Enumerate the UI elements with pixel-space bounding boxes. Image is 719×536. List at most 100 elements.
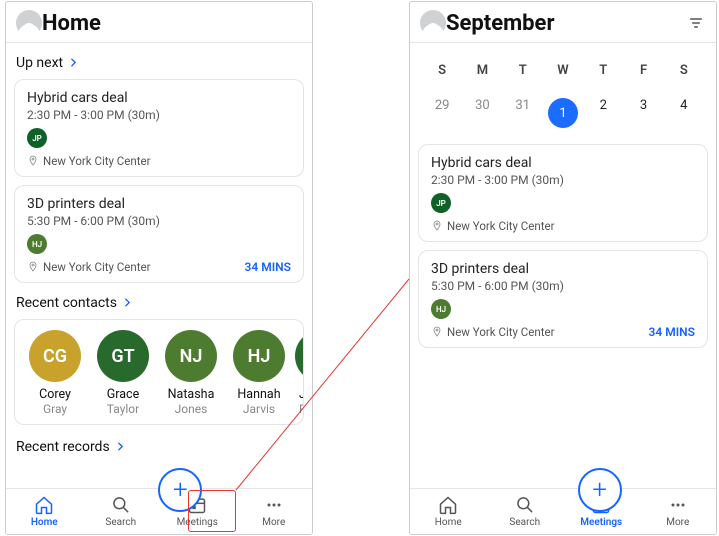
dow-cell: T [503,55,543,86]
tab-search[interactable]: Search [92,495,150,528]
meeting-card[interactable]: 3D printers deal 5:30 PM - 6:00 PM (30m)… [418,250,708,348]
tab-more[interactable]: More [649,495,707,528]
add-button[interactable]: + [578,468,622,512]
home-screen: Home Up next Hybrid cars deal 2:30 PM - … [5,1,313,535]
pin-icon [431,220,443,232]
home-icon [34,495,54,515]
cal-day[interactable]: 31 [503,90,543,136]
pin-icon [27,155,39,167]
meeting-countdown: 34 MINS [649,325,695,339]
add-button[interactable]: + [158,468,202,512]
contact-item[interactable]: CG Corey Gray [21,330,89,416]
pin-icon [27,261,39,273]
dow-cell: S [664,55,704,86]
contact-avatar: NJ [165,330,217,382]
contact-item[interactable]: J Jo P [293,330,304,416]
more-icon [668,495,688,515]
meeting-title: 3D printers deal [431,261,695,277]
recent-contacts-header[interactable]: Recent contacts [16,295,302,311]
attendee-avatar: JP [27,128,47,148]
contact-avatar: HJ [233,330,285,382]
profile-avatar[interactable] [16,10,42,36]
filter-icon [688,15,704,31]
cal-day[interactable]: 2 [583,90,623,136]
chevron-right-icon [69,55,78,71]
chevron-right-icon [116,439,125,455]
search-icon [111,495,131,515]
attendee-avatar: JP [431,193,451,213]
meetings-content: S M T W T F S 29 30 31 1 2 3 4 Hybrid ca… [410,43,716,488]
contact-last: Jarvis [225,402,293,416]
home-content: Up next Hybrid cars deal 2:30 PM - 3:00 … [6,43,312,488]
calendar-date-row: 29 30 31 1 2 3 4 [418,88,708,138]
up-next-label: Up next [16,55,63,71]
meetings-header: September [410,2,716,43]
attendee-avatar: HJ [431,299,451,319]
meeting-time: 5:30 PM - 6:00 PM (30m) [27,214,291,228]
cal-day[interactable]: 30 [462,90,502,136]
cal-day[interactable]: 29 [422,90,462,136]
page-title: Home [42,11,302,36]
contact-first: Grace [89,388,157,402]
meeting-time: 2:30 PM - 3:00 PM (30m) [431,173,695,187]
recent-contacts-label: Recent contacts [16,295,117,311]
meeting-card[interactable]: 3D printers deal 5:30 PM - 6:00 PM (30m)… [14,185,304,283]
contact-last: Jones [157,402,225,416]
more-icon [264,495,284,515]
dow-cell: M [462,55,502,86]
contact-first: Jo [293,388,304,402]
tab-home[interactable]: Home [419,495,477,528]
dow-cell: F [623,55,663,86]
dow-cell: T [583,55,623,86]
contact-item[interactable]: GT Grace Taylor [89,330,157,416]
filter-button[interactable] [686,13,706,33]
meeting-card[interactable]: Hybrid cars deal 2:30 PM - 3:00 PM (30m)… [14,79,304,177]
contact-last: P [293,402,304,416]
attendee-avatar: HJ [27,234,47,254]
meeting-title: Hybrid cars deal [431,155,695,171]
search-icon [515,495,535,515]
contact-item[interactable]: NJ Natasha Jones [157,330,225,416]
pin-icon [431,326,443,338]
calendar-dow-row: S M T W T F S [418,53,708,88]
recent-records-header[interactable]: Recent records [16,439,302,455]
cal-day-selected[interactable]: 1 [543,90,583,136]
recent-contacts-strip[interactable]: CG Corey Gray GT Grace Taylor NJ Natasha… [14,319,304,425]
chevron-right-icon [123,295,132,311]
tab-home[interactable]: Home [15,495,73,528]
contact-last: Taylor [89,402,157,416]
meeting-time: 2:30 PM - 3:00 PM (30m) [27,108,291,122]
home-icon [438,495,458,515]
meeting-card[interactable]: Hybrid cars deal 2:30 PM - 3:00 PM (30m)… [418,144,708,242]
dow-cell: S [422,55,462,86]
profile-avatar[interactable] [420,10,446,36]
tab-search[interactable]: Search [496,495,554,528]
meeting-title: 3D printers deal [27,196,291,212]
contact-first: Corey [21,388,89,402]
recent-records-label: Recent records [16,439,110,455]
plus-icon: + [592,475,607,505]
meeting-time: 5:30 PM - 6:00 PM (30m) [431,279,695,293]
contact-last: Gray [21,402,89,416]
meeting-location: New York City Center [431,325,555,339]
meeting-location: New York City Center [27,260,151,274]
meeting-title: Hybrid cars deal [27,90,291,106]
contact-first: Natasha [157,388,225,402]
page-title: September [446,11,686,36]
cal-day[interactable]: 4 [664,90,704,136]
tab-more[interactable]: More [245,495,303,528]
meeting-location: New York City Center [431,219,555,233]
contact-first: Hannah [225,388,293,402]
meetings-screen: September S M T W T F S 29 30 31 1 2 3 4 [409,1,717,535]
up-next-header[interactable]: Up next [16,55,302,71]
dow-cell: W [543,55,583,86]
home-header: Home [6,2,312,43]
contact-avatar: CG [29,330,81,382]
contact-item[interactable]: HJ Hannah Jarvis [225,330,293,416]
contact-avatar: GT [97,330,149,382]
cal-day[interactable]: 3 [623,90,663,136]
meeting-location: New York City Center [27,154,151,168]
tab-bar: Home Search Meetings More [410,488,716,534]
plus-icon: + [173,475,188,505]
contact-avatar: J [295,330,304,382]
